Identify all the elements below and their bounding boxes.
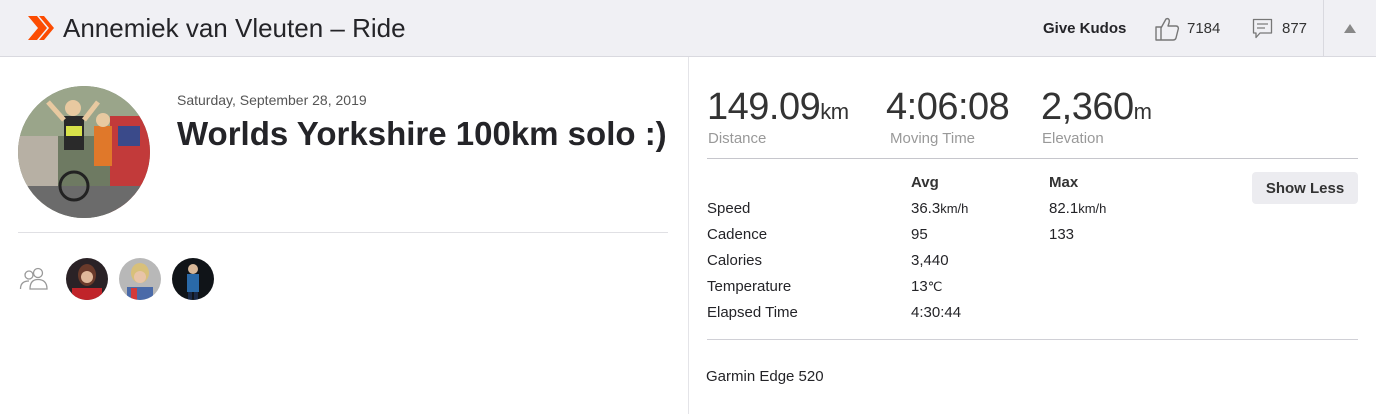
- cadence-label: Cadence: [707, 226, 768, 243]
- device-name: Garmin Edge 520: [706, 368, 824, 385]
- show-less-button[interactable]: Show Less: [1252, 172, 1358, 204]
- calories-label: Calories: [707, 252, 763, 269]
- group-icon: [19, 267, 48, 290]
- temperature-label: Temperature: [707, 278, 792, 295]
- page-title: Annemiek van Vleuten – Ride: [63, 13, 406, 43]
- divider: [18, 232, 668, 233]
- speed-avg: 36.3km/h: [911, 200, 969, 217]
- moving-time-value: 4:06:08: [886, 86, 1010, 128]
- divider: [707, 339, 1358, 340]
- elevation-label: Elevation: [1042, 130, 1104, 147]
- moving-time-label: Moving Time: [890, 130, 976, 147]
- distance-value: 149.09km: [707, 86, 849, 128]
- divider: [707, 158, 1358, 159]
- give-kudos-button[interactable]: Give Kudos: [1043, 20, 1126, 37]
- header-divider: [1323, 0, 1324, 57]
- column-divider: [688, 57, 689, 414]
- temperature-avg: 13℃: [911, 278, 943, 295]
- elapsed-time-label: Elapsed Time: [707, 304, 798, 321]
- cadence-avg: 95: [911, 226, 928, 243]
- activity-name: Worlds Yorkshire 100km solo :): [177, 115, 667, 152]
- activity-date: Saturday, September 28, 2019: [177, 92, 367, 108]
- speed-max: 82.1km/h: [1049, 200, 1107, 217]
- max-column-header: Max: [1049, 174, 1079, 191]
- activity-header: Annemiek van Vleuten – Ride Give Kudos 7…: [0, 0, 1376, 57]
- calories-avg: 3,440: [911, 252, 949, 269]
- strava-logo-icon: [28, 16, 54, 40]
- group-athlete-avatar[interactable]: [172, 258, 214, 300]
- comment-icon[interactable]: [1252, 18, 1273, 39]
- kudos-count[interactable]: 7184: [1187, 20, 1220, 37]
- distance-label: Distance: [708, 130, 767, 147]
- elapsed-time-avg: 4:30:44: [911, 304, 962, 321]
- group-athlete-avatar[interactable]: [66, 258, 108, 300]
- elevation-value: 2,360m: [1041, 86, 1152, 128]
- group-athlete-avatar[interactable]: [119, 258, 161, 300]
- speed-label: Speed: [707, 200, 751, 217]
- chevron-up-icon[interactable]: [1344, 24, 1356, 33]
- thumbs-up-icon[interactable]: [1153, 16, 1181, 42]
- cadence-max: 133: [1049, 226, 1075, 243]
- avg-column-header: Avg: [911, 174, 939, 191]
- athlete-avatar[interactable]: [18, 86, 150, 218]
- comment-count[interactable]: 877: [1282, 20, 1307, 37]
